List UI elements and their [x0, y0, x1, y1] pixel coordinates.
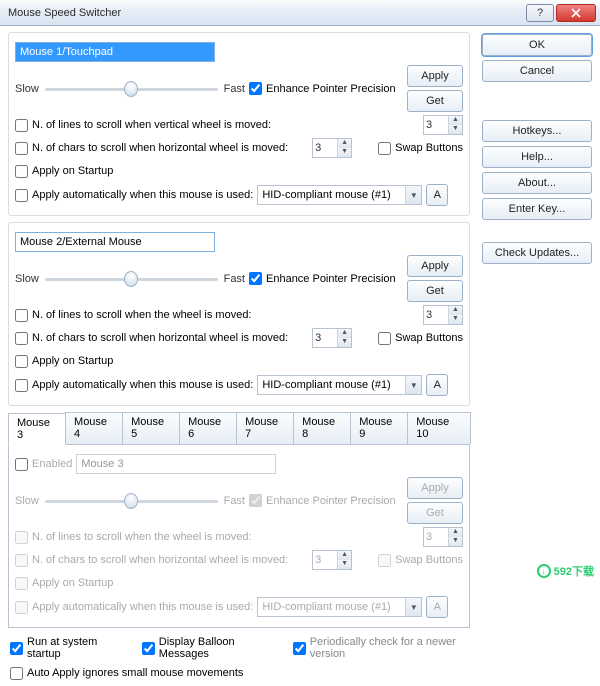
mouse2-device-combo[interactable]: HID-compliant mouse (#1)▼: [257, 375, 422, 395]
periodic-check[interactable]: Periodically check for a newer version: [293, 636, 468, 660]
mouse3-lines-spinner: 3▲▼: [423, 527, 463, 547]
auto-apply-check[interactable]: Auto Apply ignores small mouse movements: [10, 667, 243, 680]
window-title: Mouse Speed Switcher: [8, 7, 524, 19]
mouse1-startup-check[interactable]: Apply on Startup: [15, 165, 113, 178]
titlebar: Mouse Speed Switcher ?: [0, 0, 600, 26]
mouse1-get-button[interactable]: Get: [407, 90, 463, 112]
mouse3-panel: Enabled Slow Fast Enhance Pointer Precis…: [8, 444, 470, 628]
mouse3-device-combo: HID-compliant mouse (#1)▼: [257, 597, 422, 617]
mouse3-chars-spinner: 3▲▼: [312, 550, 352, 570]
mouse1-name-input[interactable]: [15, 42, 215, 62]
mouse3-chars-check: N. of chars to scroll when horizontal wh…: [15, 554, 288, 567]
mouse2-chars-check[interactable]: N. of chars to scroll when horizontal wh…: [15, 332, 288, 345]
main-panel: Slow Fast Enhance Pointer Precision Appl…: [8, 32, 470, 686]
mouse1-apply-button[interactable]: Apply: [407, 65, 463, 87]
download-icon: ↓: [537, 564, 551, 578]
side-buttons: OK Cancel Hotkeys... Help... About... En…: [482, 32, 592, 264]
mouse1-lines-spinner[interactable]: 3▲▼: [423, 115, 463, 135]
mouse2-a-button[interactable]: A: [426, 374, 448, 396]
tab-mouse10[interactable]: Mouse 10: [407, 412, 471, 444]
tab-mouse3[interactable]: Mouse 3: [8, 413, 66, 445]
watermark: ↓ 592下载: [537, 563, 594, 579]
run-startup-check[interactable]: Run at system startup: [10, 636, 118, 660]
mouse3-name-input[interactable]: [76, 454, 276, 474]
mouse2-lines-check[interactable]: N. of lines to scroll when the wheel is …: [15, 309, 252, 322]
mouse2-chars-spinner[interactable]: 3▲▼: [312, 328, 352, 348]
mouse1-enhance-check[interactable]: Enhance Pointer Precision: [249, 82, 396, 95]
mouse1-device-combo[interactable]: HID-compliant mouse (#1)▼: [257, 185, 422, 205]
mouse1-a-button[interactable]: A: [426, 184, 448, 206]
mouse3-a-button: A: [426, 596, 448, 618]
mouse3-startup-check: Apply on Startup: [15, 577, 113, 590]
tab-mouse8[interactable]: Mouse 8: [293, 412, 351, 444]
mouse1-lines-check[interactable]: N. of lines to scroll when vertical whee…: [15, 119, 271, 132]
close-button[interactable]: [556, 4, 596, 22]
mouse3-swap-check: Swap Buttons: [378, 554, 463, 567]
mouse3-lines-check: N. of lines to scroll when the wheel is …: [15, 531, 252, 544]
mouse2-apply-button[interactable]: Apply: [407, 255, 463, 277]
tab-mouse4[interactable]: Mouse 4: [65, 412, 123, 444]
tab-mouse9[interactable]: Mouse 9: [350, 412, 408, 444]
cancel-button[interactable]: Cancel: [482, 60, 592, 82]
mouse2-swap-check[interactable]: Swap Buttons: [378, 332, 463, 345]
mouse2-startup-check[interactable]: Apply on Startup: [15, 355, 113, 368]
fast-label: Fast: [224, 83, 245, 95]
mouse1-chars-check[interactable]: N. of chars to scroll when horizontal wh…: [15, 142, 288, 155]
close-icon: [571, 8, 581, 18]
tab-mouse5[interactable]: Mouse 5: [122, 412, 180, 444]
hotkeys-button[interactable]: Hotkeys...: [482, 120, 592, 142]
mouse1-auto-check[interactable]: Apply automatically when this mouse is u…: [15, 189, 253, 202]
mouse3-speed-slider: Slow Fast: [15, 491, 245, 511]
mouse3-apply-button: Apply: [407, 477, 463, 499]
mouse1-chars-spinner[interactable]: 3▲▼: [312, 138, 352, 158]
mouse3-enabled-check[interactable]: Enabled: [15, 458, 72, 471]
mouse2-speed-slider[interactable]: Slow Fast: [15, 269, 245, 289]
mouse2-get-button[interactable]: Get: [407, 280, 463, 302]
mouse1-group: Slow Fast Enhance Pointer Precision Appl…: [8, 32, 470, 216]
mouse3-get-button: Get: [407, 502, 463, 524]
mouse3-auto-check: Apply automatically when this mouse is u…: [15, 601, 253, 614]
check-updates-button[interactable]: Check Updates...: [482, 242, 592, 264]
tab-mouse7[interactable]: Mouse 7: [236, 412, 294, 444]
mouse2-name-input[interactable]: [15, 232, 215, 252]
fast-label: Fast: [224, 273, 245, 285]
help-button-side[interactable]: Help...: [482, 146, 592, 168]
slow-label: Slow: [15, 273, 39, 285]
tab-mouse6[interactable]: Mouse 6: [179, 412, 237, 444]
footer-options: Run at system startup Display Balloon Me…: [8, 628, 470, 683]
mouse2-lines-spinner[interactable]: 3▲▼: [423, 305, 463, 325]
mouse-tabs: Mouse 3 Mouse 4 Mouse 5 Mouse 6 Mouse 7 …: [8, 412, 470, 444]
enter-key-button[interactable]: Enter Key...: [482, 198, 592, 220]
help-button[interactable]: ?: [526, 4, 554, 22]
mouse1-swap-check[interactable]: Swap Buttons: [378, 142, 463, 155]
about-button[interactable]: About...: [482, 172, 592, 194]
mouse2-enhance-check[interactable]: Enhance Pointer Precision: [249, 272, 396, 285]
slow-label: Slow: [15, 83, 39, 95]
mouse2-group: Slow Fast Enhance Pointer Precision Appl…: [8, 222, 470, 406]
mouse2-auto-check[interactable]: Apply automatically when this mouse is u…: [15, 379, 253, 392]
balloon-check[interactable]: Display Balloon Messages: [142, 636, 269, 660]
mouse1-speed-slider[interactable]: Slow Fast: [15, 79, 245, 99]
mouse3-enhance-check: Enhance Pointer Precision: [249, 494, 396, 507]
ok-button[interactable]: OK: [482, 34, 592, 56]
